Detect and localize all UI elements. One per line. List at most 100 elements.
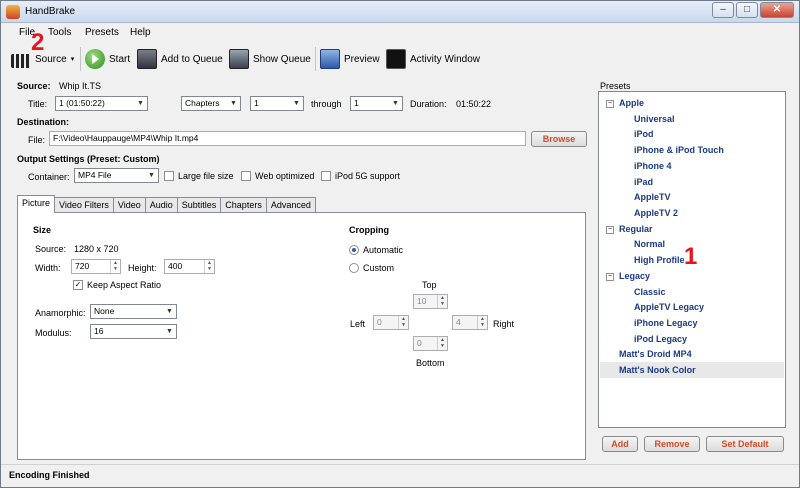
picture-source-value: 1280 x 720: [74, 244, 119, 254]
collapse-icon[interactable]: −: [606, 100, 614, 108]
collapse-icon[interactable]: −: [606, 226, 614, 234]
height-label: Height:: [128, 263, 157, 273]
web-optimized-checkbox[interactable]: Web optimized: [241, 171, 314, 181]
preset-item[interactable]: Universal: [634, 114, 675, 124]
chapter-start-select[interactable]: 1 ▼: [250, 96, 304, 111]
through-label: through: [311, 99, 342, 109]
picture-source-label: Source:: [35, 244, 67, 254]
preset-group-apple[interactable]: Apple: [619, 98, 644, 108]
width-stepper[interactable]: 720 ▲ ▼: [71, 259, 121, 274]
add-preset-button[interactable]: Add: [602, 436, 638, 452]
preset-item[interactable]: Classic: [634, 287, 666, 297]
keep-aspect-checkbox[interactable]: ✓ Keep Aspect Ratio: [73, 280, 161, 290]
tab-video-filters[interactable]: Video Filters: [54, 197, 114, 213]
container-label: Container:: [28, 172, 70, 182]
preset-item[interactable]: iPod Legacy: [634, 334, 687, 344]
tab-audio[interactable]: Audio: [144, 197, 178, 213]
container-select[interactable]: MP4 File ▼: [74, 168, 159, 183]
menu-help[interactable]: Help: [130, 27, 151, 38]
chapters-mode-select[interactable]: Chapters ▼: [181, 96, 241, 111]
anamorphic-select[interactable]: None ▼: [90, 304, 177, 319]
preset-item[interactable]: iPad: [634, 177, 653, 187]
preset-group-legacy[interactable]: Legacy: [619, 271, 650, 281]
large-file-label: Large file size: [178, 171, 234, 181]
crop-left-stepper[interactable]: 0 ▲ ▼: [373, 315, 409, 330]
spin-buttons[interactable]: ▲ ▼: [398, 316, 408, 329]
crop-top-stepper[interactable]: 10 ▲ ▼: [413, 294, 448, 309]
chapter-end-select[interactable]: 1 ▼: [350, 96, 403, 111]
preset-item[interactable]: AppleTV: [634, 192, 671, 202]
chevron-down-icon: ▼: [166, 328, 173, 335]
spin-buttons[interactable]: ▲ ▼: [204, 260, 214, 273]
remove-preset-button[interactable]: Remove: [644, 436, 700, 452]
spin-buttons[interactable]: ▲ ▼: [437, 295, 447, 308]
preset-item[interactable]: AppleTV 2: [634, 208, 678, 218]
preset-group-regular[interactable]: Regular: [619, 224, 653, 234]
preset-item[interactable]: iPhone & iPod Touch: [634, 145, 724, 155]
tab-advanced[interactable]: Advanced: [265, 197, 316, 213]
browse-button[interactable]: Browse: [531, 131, 587, 147]
preset-item[interactable]: iPhone 4: [634, 161, 672, 171]
title-select[interactable]: 1 (01:50:22) ▼: [55, 96, 148, 111]
activity-window-button[interactable]: Activity Window: [386, 48, 480, 70]
destination-heading: Destination:: [17, 117, 70, 127]
crop-left-label: Left: [350, 319, 366, 329]
spin-down-icon: ▼: [480, 322, 485, 328]
preset-item[interactable]: iPod: [634, 129, 654, 139]
modulus-value: 16: [94, 326, 104, 336]
menu-tools[interactable]: Tools: [48, 27, 71, 38]
destination-file-input[interactable]: F:\Video\Hauppauge\MP4\Whip It.mp4: [49, 131, 526, 146]
preset-item[interactable]: AppleTV Legacy: [634, 302, 704, 312]
tab-chapters[interactable]: Chapters: [220, 197, 267, 213]
automatic-label: Automatic: [363, 245, 404, 255]
show-queue-label: Show Queue: [253, 53, 311, 65]
menu-presets[interactable]: Presets: [85, 27, 119, 38]
chapters-mode-value: Chapters: [185, 98, 220, 108]
preview-window-icon: [320, 49, 340, 69]
crop-left-value: 0: [377, 317, 382, 327]
show-queue-button[interactable]: Show Queue: [229, 48, 311, 70]
start-button[interactable]: Start: [85, 48, 130, 70]
spin-buttons[interactable]: ▲ ▼: [110, 260, 120, 273]
crop-right-value: 4: [456, 317, 461, 327]
preset-item-selected[interactable]: Matt's Nook Color: [619, 365, 696, 375]
cropping-heading: Cropping: [349, 225, 389, 235]
modulus-label: Modulus:: [35, 328, 72, 338]
crop-custom-radio[interactable]: Custom: [349, 263, 394, 273]
add-to-queue-button[interactable]: Add to Queue: [137, 48, 223, 70]
tab-video[interactable]: Video: [112, 197, 146, 213]
tab-picture[interactable]: Picture: [17, 195, 56, 213]
custom-label: Custom: [363, 263, 395, 273]
set-default-button[interactable]: Set Default: [706, 436, 784, 452]
crop-top-label: Top: [422, 280, 437, 290]
file-label: File:: [28, 135, 46, 145]
spin-down-icon: ▼: [113, 266, 118, 272]
preset-item[interactable]: Normal: [634, 239, 665, 249]
toolbar: Source ▾ Start Add to Queue Show Queue P…: [1, 43, 799, 75]
large-file-checkbox[interactable]: Large file size: [164, 171, 234, 181]
chevron-down-icon: ▾: [70, 56, 75, 63]
preset-item[interactable]: Matt's Droid MP4: [619, 349, 692, 359]
picture-tab-panel: Size Source: 1280 x 720 Width: 720 ▲ ▼ Hei…: [17, 212, 586, 460]
close-button[interactable]: ✕: [760, 2, 794, 18]
spin-buttons[interactable]: ▲ ▼: [437, 337, 447, 350]
maximize-button[interactable]: □: [736, 2, 758, 18]
crop-bottom-stepper[interactable]: 0 ▲ ▼: [413, 336, 448, 351]
minimize-button[interactable]: ‒: [712, 2, 734, 18]
crop-top-value: 10: [417, 296, 427, 306]
chevron-down-icon: ▼: [166, 308, 173, 315]
modulus-select[interactable]: 16 ▼: [90, 324, 177, 339]
chevron-down-icon: ▼: [148, 172, 155, 179]
crop-right-stepper[interactable]: 4 ▲ ▼: [452, 315, 488, 330]
crop-automatic-radio[interactable]: Automatic: [349, 245, 403, 255]
preset-item[interactable]: High Profile: [634, 255, 685, 265]
menu-bar: File Tools Presets Help: [1, 25, 799, 41]
duration-value: 01:50:22: [456, 99, 492, 109]
preset-item[interactable]: iPhone Legacy: [634, 318, 698, 328]
height-stepper[interactable]: 400 ▲ ▼: [164, 259, 215, 274]
preview-button[interactable]: Preview: [320, 48, 380, 70]
collapse-icon[interactable]: −: [606, 273, 614, 281]
ipod-5g-checkbox[interactable]: iPod 5G support: [321, 171, 400, 181]
tab-subtitles[interactable]: Subtitles: [176, 197, 222, 213]
spin-buttons[interactable]: ▲ ▼: [477, 316, 487, 329]
